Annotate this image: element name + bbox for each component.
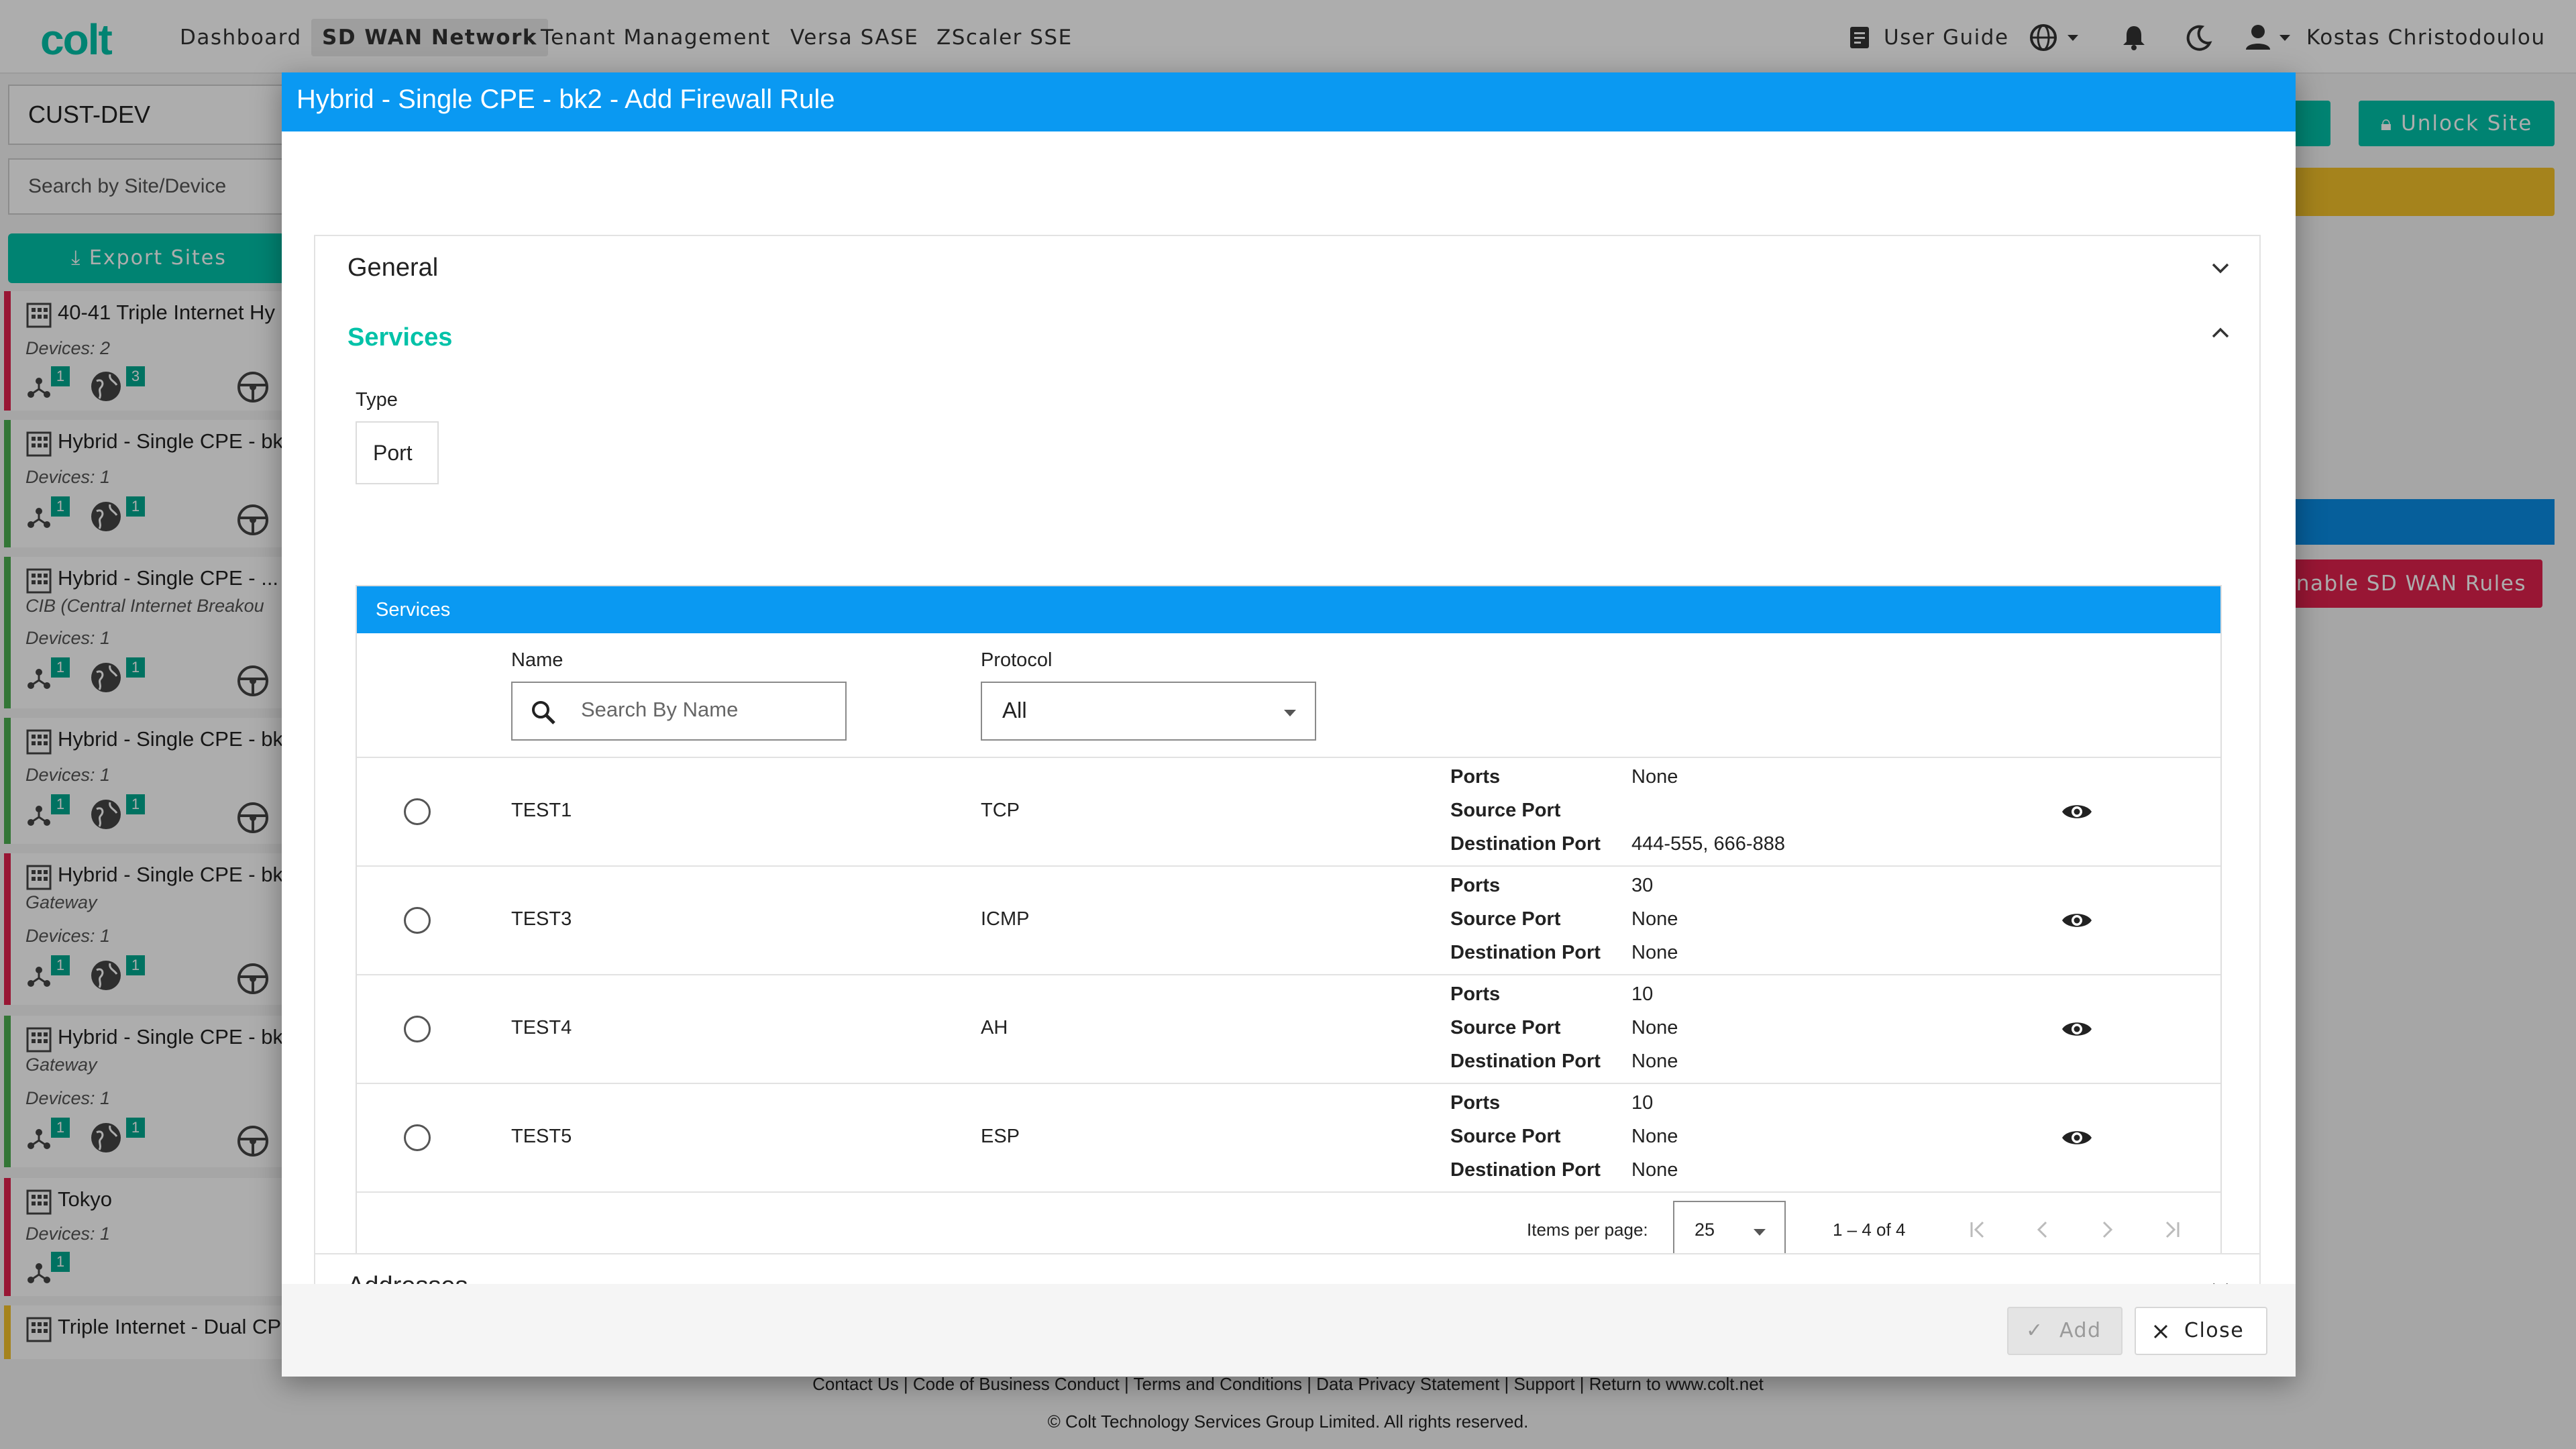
chevron-up-icon[interactable] xyxy=(2211,326,2230,339)
destination-port-value: None xyxy=(1631,942,1678,963)
source-port-label: Source Port xyxy=(1450,1126,1561,1147)
service-name: TEST4 xyxy=(511,1017,572,1038)
view-eye-icon[interactable] xyxy=(2061,1127,2093,1148)
check-icon: ✓ xyxy=(2026,1319,2044,1342)
service-protocol: ICMP xyxy=(981,908,1030,930)
items-per-page-value: 25 xyxy=(1695,1220,1715,1240)
service-protocol: TCP xyxy=(981,800,1020,821)
destination-port-label: Destination Port xyxy=(1450,942,1601,963)
items-per-page-label: Items per page: xyxy=(1527,1220,1648,1240)
source-port-label: Source Port xyxy=(1450,800,1561,821)
destination-port-value: None xyxy=(1631,1159,1678,1181)
ports-value: 10 xyxy=(1631,1092,1654,1114)
next-page-icon[interactable] xyxy=(2097,1220,2117,1240)
close-button-label: Close xyxy=(2184,1319,2245,1342)
view-eye-icon[interactable] xyxy=(2061,910,2093,931)
dropdown-arrow-icon xyxy=(1754,1229,1766,1236)
check-icon xyxy=(454,444,476,461)
last-page-icon[interactable] xyxy=(2161,1220,2182,1240)
service-protocol: ESP xyxy=(981,1126,1020,1147)
pagination-range: 1 – 4 of 4 xyxy=(1833,1220,1906,1240)
services-table-header: Services xyxy=(357,586,2220,633)
destination-port-value: 444-555, 666-888 xyxy=(1631,833,1785,855)
general-section-title: General xyxy=(347,254,439,282)
services-section: Services Type Port Object Services Name … xyxy=(314,299,2261,1315)
ports-label: Ports xyxy=(1450,875,1501,896)
name-filter-label: Name xyxy=(511,649,564,671)
table-row[interactable]: TEST5 ESP Ports Source Port Destination … xyxy=(357,1083,2220,1191)
service-name: TEST5 xyxy=(511,1126,572,1147)
services-section-title[interactable]: Services xyxy=(347,323,452,352)
ports-value: 30 xyxy=(1631,875,1654,896)
destination-port-label: Destination Port xyxy=(1450,1159,1601,1181)
ports-value: None xyxy=(1631,766,1678,788)
type-port-label: Port xyxy=(373,441,413,465)
search-icon xyxy=(532,701,555,724)
items-per-page-select[interactable]: 25 xyxy=(1673,1201,1786,1260)
search-by-name-input[interactable]: Search By Name xyxy=(511,682,847,741)
table-row[interactable]: TEST4 AH Ports Source Port Destination P… xyxy=(357,974,2220,1083)
dropdown-arrow-icon xyxy=(1284,710,1296,716)
services-table: Services Name Search By Name Protocol Al… xyxy=(356,585,2222,1265)
previous-page-icon[interactable] xyxy=(2033,1220,2053,1240)
ports-value: 10 xyxy=(1631,983,1654,1005)
dialog-header: Hybrid - Single CPE - bk2 - Add Firewall… xyxy=(282,72,2296,131)
row-select-radio[interactable] xyxy=(404,907,431,934)
protocol-filter-label: Protocol xyxy=(981,649,1053,671)
chevron-down-icon[interactable] xyxy=(2211,262,2230,275)
source-port-value: None xyxy=(1631,1017,1678,1038)
dialog-body: General Services Type Port Object Servic… xyxy=(282,131,2296,1356)
destination-port-label: Destination Port xyxy=(1450,1051,1601,1072)
view-eye-icon[interactable] xyxy=(2061,1018,2093,1040)
first-page-icon[interactable] xyxy=(1968,1220,1988,1240)
general-section[interactable]: General xyxy=(314,235,2261,301)
row-select-radio[interactable] xyxy=(404,1124,431,1151)
view-eye-icon[interactable] xyxy=(2061,801,2093,822)
add-firewall-rule-dialog: Hybrid - Single CPE - bk2 - Add Firewall… xyxy=(282,72,2296,1377)
service-name: TEST3 xyxy=(511,908,572,930)
table-row[interactable]: TEST3 ICMP Ports Source Port Destination… xyxy=(357,865,2220,974)
dialog-footer: ✓ Add Close xyxy=(282,1284,2296,1377)
destination-port-value: None xyxy=(1631,1051,1678,1072)
source-port-value: None xyxy=(1631,908,1678,930)
table-row[interactable]: TEST1 TCP Ports Source Port Destination … xyxy=(357,757,2220,865)
dialog-title: Hybrid - Single CPE - bk2 - Add Firewall… xyxy=(297,85,835,114)
ports-label: Ports xyxy=(1450,766,1501,788)
ports-label: Ports xyxy=(1450,983,1501,1005)
service-protocol: AH xyxy=(981,1017,1008,1038)
source-port-label: Source Port xyxy=(1450,1017,1561,1038)
type-port-option[interactable]: Port xyxy=(356,421,439,484)
ports-label: Ports xyxy=(1450,1092,1501,1114)
source-port-value: None xyxy=(1631,1126,1678,1147)
row-select-radio[interactable] xyxy=(404,1016,431,1042)
type-label: Type xyxy=(356,389,398,411)
row-select-radio[interactable] xyxy=(404,798,431,825)
close-button[interactable]: Close xyxy=(2135,1307,2267,1355)
add-button[interactable]: ✓ Add xyxy=(2007,1307,2123,1355)
type-object-label: Object xyxy=(499,441,561,465)
search-placeholder: Search By Name xyxy=(581,698,739,721)
source-port-label: Source Port xyxy=(1450,908,1561,930)
protocol-select[interactable]: All xyxy=(981,682,1316,741)
service-name: TEST1 xyxy=(511,800,572,821)
destination-port-label: Destination Port xyxy=(1450,833,1601,855)
close-icon xyxy=(2153,1324,2168,1339)
protocol-select-value: All xyxy=(1002,698,1027,722)
add-button-label: Add xyxy=(2059,1319,2102,1342)
